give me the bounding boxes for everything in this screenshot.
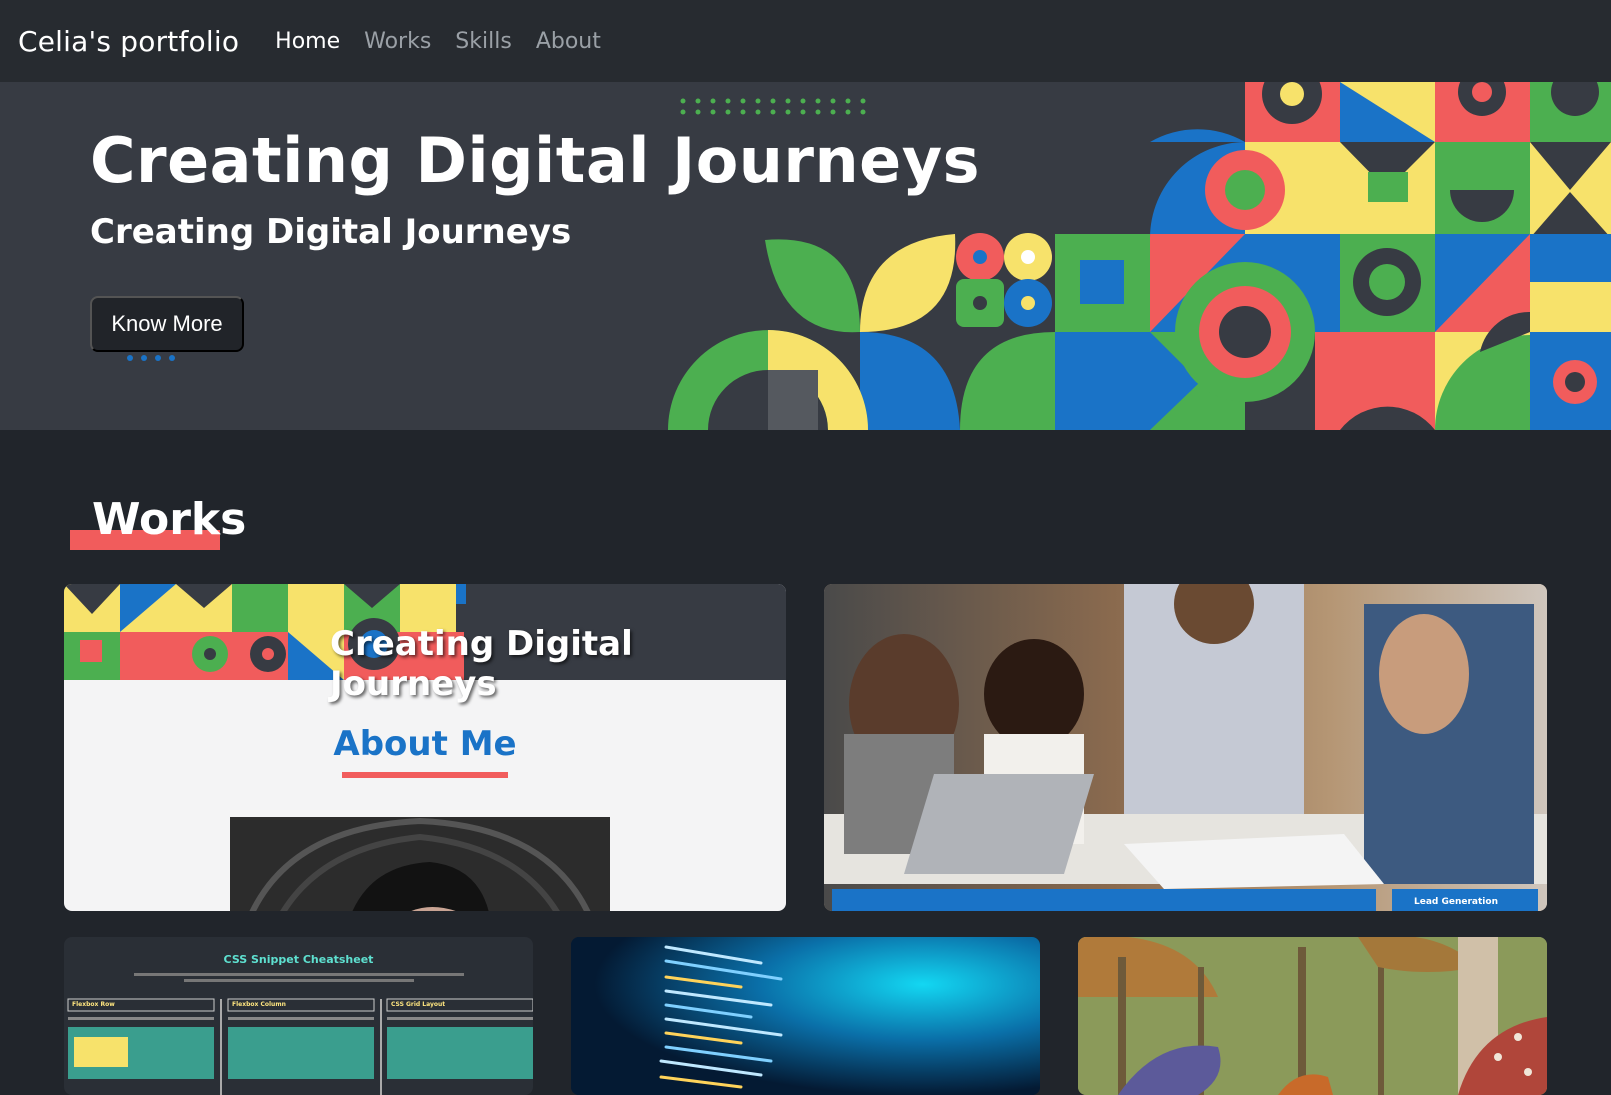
hero-section: Creating Digital Journeys Creating Digit…: [0, 82, 1611, 430]
nav-works[interactable]: Works: [364, 29, 431, 54]
cheatsheet-column-label: Flexbox Row: [72, 1001, 115, 1008]
mushroom-illustration: [1078, 937, 1547, 1095]
works-section-heading: Works: [70, 494, 246, 552]
hero-subtitle: Creating Digital Journeys: [90, 212, 572, 252]
cheatsheet-column-label: CSS Grid Layout: [391, 1001, 446, 1008]
know-more-button[interactable]: Know More: [90, 296, 244, 352]
brand-link[interactable]: Celia's portfolio: [18, 25, 239, 58]
work-card-portfolio[interactable]: Creating Digital Journeys About Me: [64, 584, 786, 911]
hero-title: Creating Digital Journeys: [90, 124, 981, 197]
decorative-dot-pattern: [127, 355, 175, 361]
heading-underline: [342, 772, 508, 778]
cheatsheet-column-label: Flexbox Column: [232, 1001, 286, 1008]
card-about-heading: About Me: [333, 724, 517, 764]
work-card-illustration[interactable]: [1078, 937, 1547, 1095]
content-bar: [832, 889, 1376, 911]
portrait-image: [230, 817, 610, 911]
lead-generation-label: Lead Generation: [1414, 897, 1498, 907]
work-card-code[interactable]: [571, 937, 1040, 1095]
cheatsheet-preview: [67, 973, 533, 1095]
work-card-css-cheatsheet[interactable]: CSS Snippet Cheatsheet Flexbox Row Flexb…: [64, 937, 533, 1095]
decorative-dot-pattern: [680, 98, 866, 115]
card-banner-title: Creating Digital Journeys: [330, 624, 633, 704]
works-title: Works: [92, 494, 247, 545]
navbar: Celia's portfolio Home Works Skills Abou…: [0, 0, 1611, 82]
nav-about[interactable]: About: [536, 29, 601, 54]
work-card-lead-generation[interactable]: Lead Generation: [824, 584, 1547, 911]
code-screen-image: [571, 937, 1040, 1095]
nav-home[interactable]: Home: [275, 29, 340, 54]
nav-skills[interactable]: Skills: [455, 29, 512, 54]
team-meeting-photo: [824, 584, 1547, 911]
